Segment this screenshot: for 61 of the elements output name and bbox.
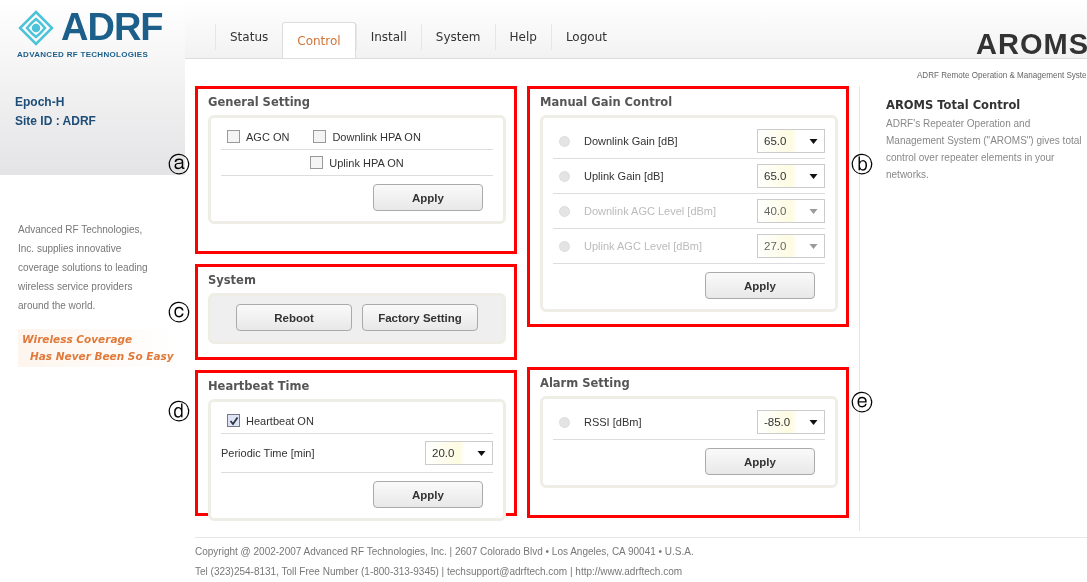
- checkbox-label: AGC ON: [246, 130, 290, 143]
- slogan-line: Wireless Coverage: [22, 332, 134, 347]
- nav-tab[interactable]: Help: [494, 24, 551, 50]
- brand-subtitle: ADRF Remote Operation & Management Syste: [917, 69, 1087, 80]
- field-label: RSSI [dBm]: [584, 416, 643, 428]
- logo-wordmark: ADRF: [61, 8, 163, 46]
- brand-title: AROMS: [976, 28, 1087, 61]
- dropdown[interactable]: 65.0: [757, 129, 825, 153]
- device-model: Epoch-H: [15, 94, 66, 111]
- section-title: Heartbeat Time: [208, 379, 311, 393]
- caret-icon: [809, 208, 818, 214]
- field-label: Uplink Gain [dB]: [584, 170, 665, 182]
- caret-icon: [477, 450, 486, 456]
- system-button[interactable]: Factory Setting: [362, 304, 478, 331]
- field-label: Downlink AGC Level [dBm]: [584, 205, 718, 217]
- checkbox[interactable]: [313, 130, 327, 143]
- dropdown[interactable]: 65.0: [757, 164, 825, 188]
- slogan-line: Has Never Been So Easy: [30, 349, 175, 364]
- apply-button[interactable]: Apply: [373, 184, 483, 211]
- radio-button[interactable]: [559, 170, 570, 182]
- section-title: General Setting: [208, 95, 312, 109]
- radio-button[interactable]: [559, 416, 570, 428]
- section-title: System: [208, 273, 257, 287]
- checkbox-label: Heartbeat ON: [246, 414, 314, 427]
- checkbox[interactable]: [310, 156, 324, 169]
- apply-button[interactable]: Apply: [705, 448, 815, 475]
- callout-label: ⓑ: [851, 154, 873, 176]
- nav-tab[interactable]: Control: [282, 22, 356, 58]
- field-label: Downlink Gain [dB]: [584, 135, 679, 147]
- apply-button[interactable]: Apply: [705, 272, 815, 299]
- footer-text: Tel (323)254-8131, Toll Free Number (1-800-313-9345) | techsupport@adrftech.com | http://www.adrftech.com: [195, 565, 684, 579]
- footer-text: Copyright @ 2002-2007 Advanced RF Technologies, Inc. | 2607 Colorado Blvd • Los Angeles, CA 90041 • U.S.A.: [195, 545, 695, 559]
- callout-label: ⓓ: [168, 401, 190, 423]
- callout-label: ⓐ: [168, 154, 190, 176]
- caret-icon: [809, 173, 818, 179]
- caret-icon: [809, 243, 818, 249]
- info-text: ADRF's Repeater Operation and Management System ("AROMS") gives total control over repeater elements in your networks.: [886, 117, 1083, 182]
- field-label: Uplink AGC Level [dBm]: [584, 240, 703, 252]
- system-button[interactable]: Reboot: [236, 304, 352, 331]
- info-title: AROMS Total Control: [886, 98, 1021, 112]
- nav-tab[interactable]: Install: [355, 24, 421, 50]
- section-title: Manual Gain Control: [540, 95, 674, 109]
- checkbox[interactable]: [227, 414, 240, 427]
- checkbox[interactable]: [227, 130, 240, 143]
- apply-button[interactable]: Apply: [373, 481, 483, 508]
- caret-icon: [809, 419, 818, 425]
- radio-button[interactable]: [559, 135, 570, 147]
- dropdown[interactable]: -85.0: [757, 410, 825, 434]
- section-title: Alarm Setting: [540, 376, 631, 390]
- nav-tab[interactable]: System: [420, 24, 495, 50]
- callout-label: ⓒ: [168, 302, 190, 324]
- checkbox-label: Uplink HPA ON: [329, 156, 404, 169]
- callout-label: ⓔ: [851, 392, 873, 414]
- field-label: Periodic Time [min]: [221, 447, 315, 459]
- logo-tagline: ADVANCED RF TECHNOLOGIES: [17, 50, 150, 59]
- company-description: Advanced RF Technologies, Inc. supplies innovative coverage solutions to leading wireless service providers around the world.: [18, 223, 149, 313]
- checkbox-label: Downlink HPA ON: [332, 130, 421, 143]
- nav-tab[interactable]: Logout: [550, 24, 621, 50]
- caret-icon: [809, 138, 818, 144]
- dropdown[interactable]: 20.0: [425, 441, 493, 465]
- site-id: Site ID : ADRF: [15, 113, 97, 130]
